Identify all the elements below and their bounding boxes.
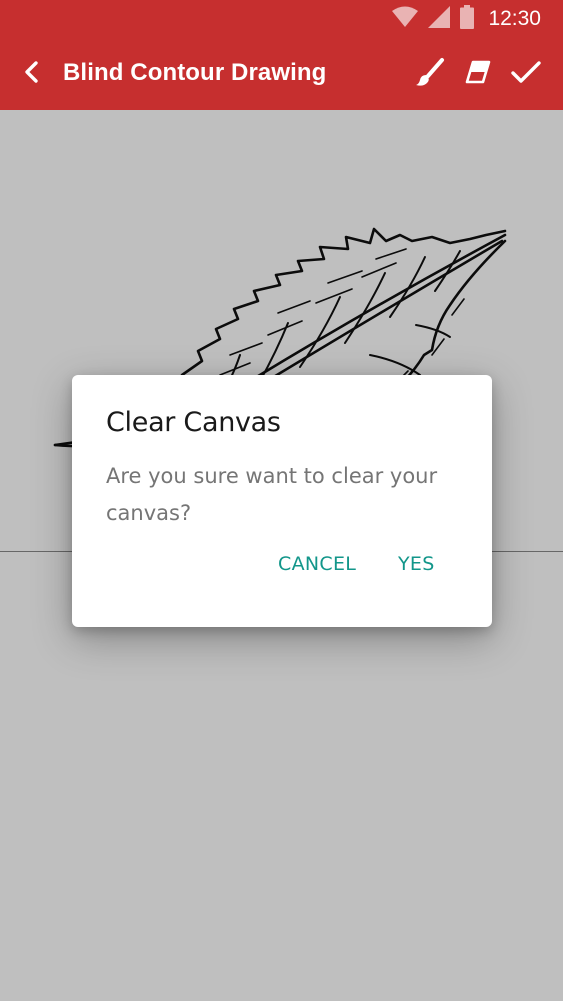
status-time: 12:30: [488, 7, 541, 30]
dialog-title: Clear Canvas: [106, 407, 281, 438]
eraser-button[interactable]: [458, 54, 498, 94]
back-button[interactable]: [14, 56, 50, 92]
eraser-icon: [465, 60, 491, 89]
signal-icon: [428, 5, 451, 33]
dialog-message: Are you sure want to clear your canvas?: [106, 464, 438, 525]
brush-button[interactable]: [410, 54, 450, 94]
chevron-left-icon: [22, 60, 42, 89]
yes-button[interactable]: YES: [398, 553, 435, 575]
app-bar: Blind Contour Drawing: [0, 38, 563, 110]
header: 12:30 Blind Contour Drawing: [0, 0, 563, 110]
battery-icon: [460, 4, 475, 34]
brush-icon: [415, 57, 445, 92]
status-icons: 12:30: [392, 4, 541, 34]
cancel-button[interactable]: CANCEL: [278, 553, 356, 575]
clear-canvas-dialog: Clear Canvas Are you sure want to clear …: [72, 375, 492, 627]
done-button[interactable]: [506, 54, 546, 94]
screen: 12:30 Blind Contour Drawing Clear Canvas…: [0, 0, 563, 1001]
page-title: Blind Contour Drawing: [63, 59, 327, 86]
wifi-icon: [392, 6, 419, 33]
check-icon: [511, 60, 541, 89]
status-bar: 12:30: [0, 0, 563, 38]
